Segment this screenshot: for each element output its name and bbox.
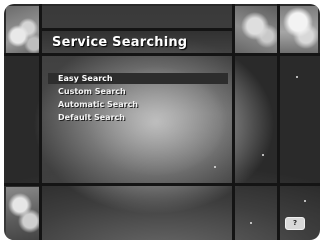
star-decoration — [296, 76, 298, 78]
tv-display: Service Searching Easy Search Custom Sea… — [4, 4, 320, 240]
grid-line-vertical — [39, 4, 42, 240]
menu-item-automatic-search[interactable]: Automatic Search — [48, 99, 228, 110]
menu-title: Service Searching — [52, 35, 188, 50]
cloud-tile-bottom-left — [6, 187, 41, 240]
star-decoration — [250, 222, 252, 224]
search-menu: Easy Search Custom Search Automatic Sear… — [48, 73, 228, 125]
cloud-tile-top-right-1 — [235, 6, 277, 53]
star-decoration — [214, 166, 216, 168]
star-decoration — [262, 154, 264, 156]
cloud-tile-top-right-2 — [280, 6, 318, 53]
star-decoration — [304, 200, 306, 202]
menu-item-default-search[interactable]: Default Search — [48, 112, 228, 123]
grid-line-horizontal — [42, 28, 232, 31]
cloud-tile-top-left — [6, 6, 41, 55]
grid-line-horizontal — [4, 53, 320, 56]
grid-line-vertical — [232, 4, 235, 240]
grid-line-horizontal — [4, 183, 320, 186]
menu-item-easy-search[interactable]: Easy Search — [48, 73, 228, 84]
grid-line-vertical — [277, 4, 280, 240]
menu-item-custom-search[interactable]: Custom Search — [48, 86, 228, 97]
screen: Service Searching Easy Search Custom Sea… — [0, 0, 324, 244]
help-key-icon: ? — [285, 217, 305, 230]
